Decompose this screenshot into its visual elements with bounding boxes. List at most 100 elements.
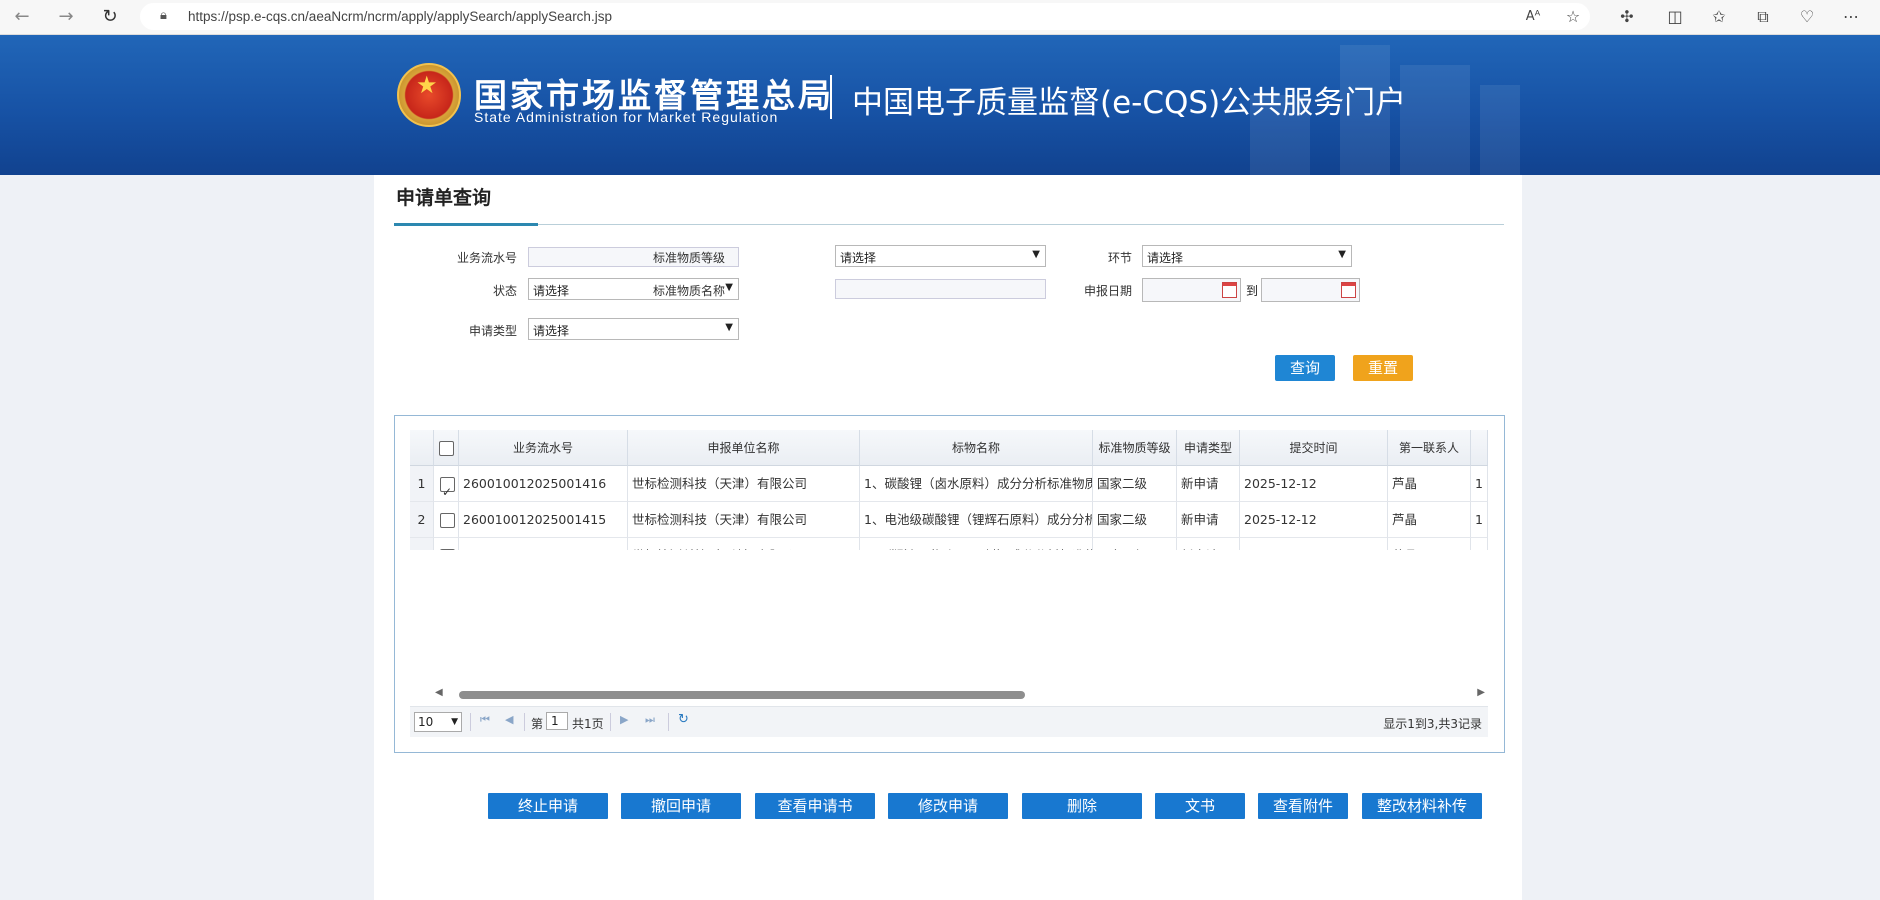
row-checkbox[interactable]: [440, 549, 455, 550]
pager-separator: [524, 713, 525, 731]
select-all-checkbox[interactable]: [438, 441, 454, 456]
type-select[interactable]: 请选择 ▼: [528, 318, 739, 340]
row-checkbox[interactable]: [440, 513, 455, 528]
terminate-application-button[interactable]: 终止申请: [488, 793, 608, 819]
query-button[interactable]: 查询: [1275, 355, 1335, 381]
portal-title: 中国电子质量监督(e-CQS)公共服务门户: [852, 85, 1407, 121]
split-screen-icon[interactable]: ◫: [1664, 6, 1686, 28]
back-icon[interactable]: ←: [12, 7, 32, 27]
building-graphic: [1480, 85, 1520, 175]
calendar-icon[interactable]: [1222, 282, 1237, 298]
col-serial[interactable]: 业务流水号: [459, 430, 628, 466]
date-to-input[interactable]: [1261, 278, 1360, 302]
prev-page-icon[interactable]: ◀: [505, 713, 513, 726]
cell-type: 新申请: [1177, 538, 1240, 550]
last-page-icon[interactable]: ⏭︎: [645, 713, 655, 727]
read-aloud-icon[interactable]: Aᴬ: [1522, 6, 1544, 28]
stage-select[interactable]: 请选择 ▼: [1142, 245, 1352, 267]
status-label: 状态: [492, 284, 517, 298]
date-from-input[interactable]: [1142, 278, 1241, 302]
lock-icon: 🔒︎: [160, 8, 167, 23]
pager-separator: [668, 713, 669, 731]
date-label: 申报日期: [1083, 284, 1132, 298]
cell-type: 新申请: [1177, 466, 1240, 502]
cell-material: 1、碳酸锂（卤水原料）成分分析标准物质: [860, 466, 1093, 502]
cell-extra: 1: [1471, 466, 1488, 502]
modify-application-button[interactable]: 修改申请: [888, 793, 1008, 819]
cell-contact: 芦晶: [1388, 466, 1471, 502]
cell-contact: 芦晶: [1388, 538, 1471, 550]
chevron-down-icon: ▼: [1338, 249, 1346, 260]
view-attachments-button[interactable]: 查看附件: [1258, 793, 1348, 819]
col-unit[interactable]: 申报单位名称: [628, 430, 860, 466]
page-number-input[interactable]: 1: [546, 712, 568, 730]
material-name-label: 标准物质名称: [652, 284, 725, 298]
col-type[interactable]: 申请类型: [1177, 430, 1240, 466]
cell-serial: 260010012025001415: [459, 502, 628, 538]
reset-button[interactable]: 重置: [1353, 355, 1413, 381]
row-checkbox-cell: [434, 502, 459, 538]
chevron-down-icon: ▼: [725, 282, 733, 293]
pagination-bar: 10 ▼ ⏮︎ ◀ 第 1 共1页 ▶ ⏭︎ ↻ 显示1到3,共3记录: [410, 706, 1488, 737]
withdraw-application-button[interactable]: 撤回申请: [621, 793, 741, 819]
forward-icon[interactable]: →: [56, 7, 76, 27]
next-page-icon[interactable]: ▶: [620, 713, 628, 726]
building-graphic: [1400, 65, 1470, 175]
favorite-star-icon[interactable]: ☆: [1562, 6, 1584, 28]
main-content: 申请单查询 业务流水号 标准物质等级 请选择 ▼ 环节 请选择 ▼ 状态 请选择 ▼ …: [374, 175, 1522, 900]
title-underline: [394, 223, 538, 226]
pager-separator: [610, 713, 611, 731]
browser-essentials-icon[interactable]: ♡: [1796, 6, 1818, 28]
cell-unit: 世标检测科技（天津）有限公司: [628, 502, 860, 538]
browser-toolbar: ← → ↻ 🔒︎ https://psp.e-cqs.cn/aeaNcrm/nc…: [0, 0, 1880, 35]
col-material[interactable]: 标物名称: [860, 430, 1093, 466]
more-menu-icon[interactable]: ⋯: [1840, 6, 1862, 28]
cell-unit: 世标检测科技（天津）有限公司: [628, 538, 860, 550]
view-application-button[interactable]: 查看申请书: [755, 793, 875, 819]
cell-grade: 国家二级: [1093, 502, 1177, 538]
material-name-input[interactable]: [835, 279, 1046, 299]
page-size-select[interactable]: 10 ▼: [414, 712, 462, 732]
table-row[interactable]: 1 260010012025001416 世标检测科技（天津）有限公司 1、碳酸…: [410, 466, 1488, 502]
col-contact[interactable]: 第一联系人: [1388, 430, 1471, 466]
table-row[interactable]: 3 260010012025001388 世标检测科技（天津）有限公司 1、碳酸…: [410, 538, 1488, 550]
first-page-icon[interactable]: ⏮︎: [480, 713, 490, 727]
favorites-icon[interactable]: ✩: [1708, 6, 1730, 28]
page-total: 共1页: [572, 717, 604, 731]
table-header: 业务流水号 申报单位名称 标物名称 标准物质等级 申请类型 提交时间 第一联系人: [410, 430, 1488, 466]
scrollbar-thumb[interactable]: [459, 691, 1025, 699]
table-row[interactable]: 2 260010012025001415 世标检测科技（天津）有限公司 1、电池…: [410, 502, 1488, 538]
cell-serial: 260010012025001416: [459, 466, 628, 502]
upload-rectification-button[interactable]: 整改材料补传: [1362, 793, 1482, 819]
horizontal-scrollbar[interactable]: ◀ ▶: [435, 687, 1485, 700]
org-name-en: State Administration for Market Regulati…: [474, 109, 779, 125]
cell-material: 1、碳酸锂（锂辉石原料）成分分析标准物质: [860, 538, 1093, 550]
cell-type: 新申请: [1177, 502, 1240, 538]
scroll-right-icon[interactable]: ▶: [1477, 687, 1485, 698]
col-extra: [1471, 430, 1488, 466]
rownum-header: [410, 430, 434, 466]
chevron-down-icon: ▼: [451, 717, 458, 727]
page-prefix: 第: [531, 717, 544, 731]
serial-label: 业务流水号: [456, 251, 517, 265]
chevron-down-icon: ▼: [725, 322, 733, 333]
header-divider: [830, 75, 832, 119]
stage-label: 环节: [1107, 251, 1132, 265]
delete-button[interactable]: 删除: [1022, 793, 1142, 819]
reload-icon[interactable]: ↻: [678, 712, 689, 727]
col-time[interactable]: 提交时间: [1240, 430, 1388, 466]
national-emblem-icon: [397, 63, 461, 127]
collections-icon[interactable]: ⧉: [1752, 6, 1774, 28]
extensions-icon[interactable]: ✣: [1616, 6, 1638, 28]
url-text[interactable]: https://psp.e-cqs.cn/aeaNcrm/ncrm/apply/…: [188, 9, 612, 24]
grade-select[interactable]: 请选择 ▼: [835, 245, 1046, 267]
select-all-cell: [434, 430, 459, 466]
scroll-left-icon[interactable]: ◀: [435, 687, 443, 698]
col-grade[interactable]: 标准物质等级: [1093, 430, 1177, 466]
calendar-icon[interactable]: [1341, 282, 1356, 298]
row-checkbox[interactable]: [440, 474, 455, 501]
type-label: 申请类型: [468, 324, 517, 338]
results-grid: 业务流水号 申报单位名称 标物名称 标准物质等级 申请类型 提交时间 第一联系人…: [394, 415, 1505, 753]
refresh-icon[interactable]: ↻: [100, 7, 120, 27]
documents-button[interactable]: 文书: [1155, 793, 1245, 819]
